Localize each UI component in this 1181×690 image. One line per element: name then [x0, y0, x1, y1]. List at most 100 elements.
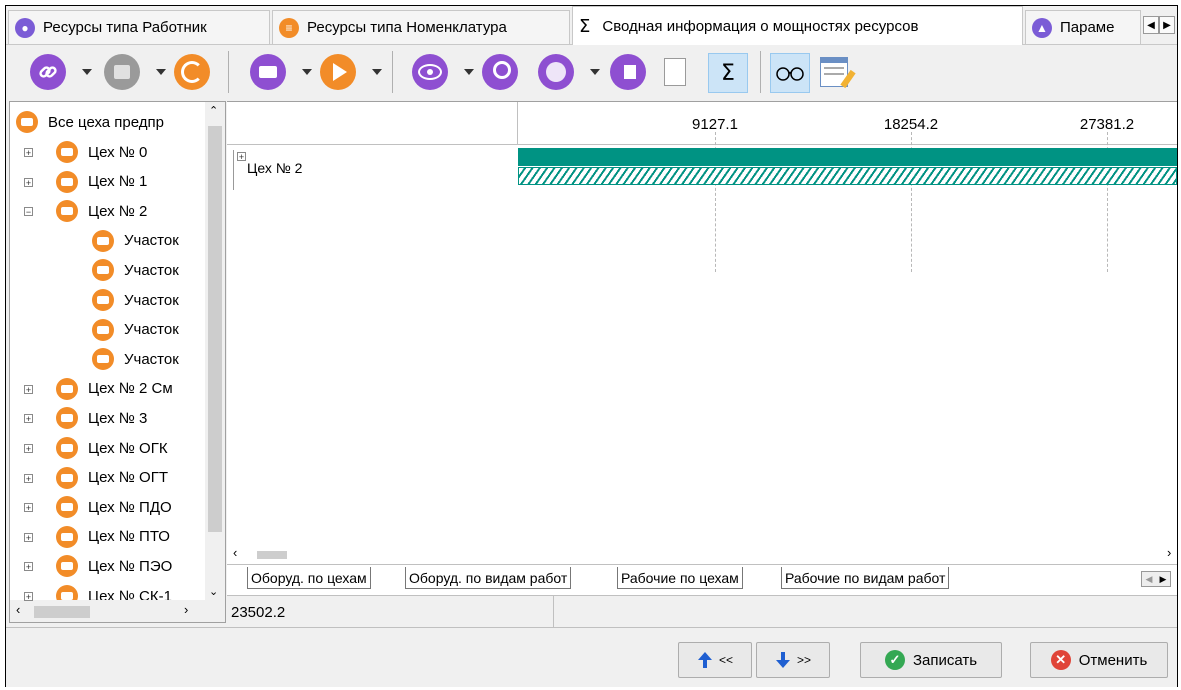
- eye-icon[interactable]: [412, 54, 448, 90]
- glasses-icon[interactable]: [770, 53, 810, 93]
- status-bar: 23502.2: [227, 595, 1177, 628]
- collapse-icon[interactable]: −: [24, 207, 33, 217]
- capacity-bar: [518, 148, 1177, 166]
- expand-icon[interactable]: +: [24, 532, 33, 542]
- link-dropdown-icon[interactable]: [82, 69, 92, 75]
- workshop-icon: [56, 141, 78, 163]
- tree-item[interactable]: Цех № 0: [56, 138, 147, 166]
- zoom-icon[interactable]: [482, 54, 518, 90]
- tab-workers-by-work-type[interactable]: Рабочие по видам работ: [781, 567, 950, 589]
- load-bar: [518, 167, 1177, 185]
- print-dropdown-icon[interactable]: [302, 69, 312, 75]
- scroll-up-icon[interactable]: ⌃: [209, 104, 218, 117]
- tab-parameters[interactable]: ▲ Параме: [1025, 10, 1141, 44]
- workshop-icon: [56, 170, 78, 193]
- tree-horizontal-scrollbar[interactable]: ‹ ›: [10, 600, 206, 622]
- tree-item[interactable]: Цех № 2 См: [56, 375, 173, 403]
- tab-worker-resources[interactable]: ● Ресурсы типа Работник: [8, 10, 270, 44]
- expand-icon[interactable]: +: [24, 384, 33, 394]
- tree-item[interactable]: Цех № ПТО: [56, 523, 170, 551]
- expand-icon[interactable]: +: [24, 177, 33, 187]
- globe-dropdown-icon[interactable]: [590, 69, 600, 75]
- save-button[interactable]: ✓ Записать: [860, 642, 1002, 678]
- tab-scroll-right-button[interactable]: ▶: [1159, 16, 1175, 34]
- toolbar-separator: [228, 51, 229, 93]
- tree-item[interactable]: Цех № 2: [56, 197, 147, 225]
- previous-button[interactable]: <<: [678, 642, 752, 678]
- expand-icon[interactable]: +: [24, 562, 33, 572]
- workshop-icon: [92, 259, 114, 282]
- expand-icon[interactable]: +: [24, 503, 33, 513]
- tab-workers-by-workshop[interactable]: Рабочие по цехам: [617, 567, 743, 589]
- header-left-cell: [227, 102, 518, 144]
- tree-subitem[interactable]: Участок: [92, 256, 179, 284]
- blank-page-icon[interactable]: [664, 58, 686, 86]
- arrow-right-icon[interactable]: ▶: [1160, 574, 1167, 585]
- refresh-icon[interactable]: [174, 54, 210, 90]
- tree-item-label: Участок: [124, 261, 179, 279]
- tab-scroll-buttons[interactable]: ◀ ▶: [1141, 571, 1171, 587]
- expand-icon[interactable]: +: [24, 148, 33, 158]
- tree-subitem[interactable]: Участок: [92, 345, 179, 373]
- tree-subitem[interactable]: Участок: [92, 316, 179, 344]
- tree-subitem[interactable]: Участок: [92, 286, 179, 314]
- scroll-down-icon[interactable]: ⌄: [209, 585, 218, 598]
- cancel-button[interactable]: ✕ Отменить: [1030, 642, 1168, 678]
- status-value: 23502.2: [231, 604, 286, 621]
- scroll-right-icon[interactable]: ›: [184, 602, 188, 617]
- toolbar-separator: [392, 51, 393, 93]
- workshop-icon: [56, 496, 78, 519]
- tab-equipment-by-work-type[interactable]: Оборуд. по видам работ: [405, 567, 572, 589]
- tree-item-label: Цех № 2: [88, 202, 148, 220]
- save-label: Записать: [912, 651, 978, 669]
- tree-root[interactable]: Все цеха предпр: [16, 108, 164, 136]
- expand-icon[interactable]: +: [24, 473, 33, 483]
- flag-icon[interactable]: [610, 54, 646, 90]
- next-button[interactable]: >>: [756, 642, 830, 678]
- tree-item[interactable]: Цех № ПЭО: [56, 552, 172, 580]
- tree-subitem[interactable]: Участок: [92, 227, 179, 255]
- tree-item[interactable]: Цех № ОГК: [56, 434, 168, 462]
- scroll-left-icon[interactable]: ‹: [233, 545, 237, 560]
- tree-item[interactable]: Цех № 1: [56, 168, 147, 196]
- edit-form-icon[interactable]: [820, 57, 856, 89]
- expand-icon[interactable]: +: [237, 152, 246, 162]
- scroll-right-icon[interactable]: ›: [1167, 545, 1171, 560]
- scroll-thumb[interactable]: [208, 126, 222, 532]
- tab-equipment-by-workshop[interactable]: Оборуд. по цехам: [247, 567, 371, 589]
- workshop-icon: [56, 555, 78, 578]
- tree-item-label: Участок: [124, 232, 179, 250]
- document-gray-icon[interactable]: [104, 54, 140, 90]
- play-icon[interactable]: [320, 54, 356, 90]
- toolbar: Σ: [6, 45, 1177, 101]
- tree-item[interactable]: Цех № ПДО: [56, 493, 172, 521]
- workshop-icon: [92, 318, 114, 341]
- tree-item-label: Цех № ОГТ: [88, 469, 168, 487]
- tab-nomenclature-resources[interactable]: ≡ Ресурсы типа Номенклатура: [272, 10, 570, 44]
- tab-label: Параме: [1060, 19, 1115, 36]
- link-icon[interactable]: [30, 54, 66, 90]
- view-dropdown-icon[interactable]: [464, 69, 474, 75]
- arrow-left-icon[interactable]: ◀: [1146, 574, 1153, 585]
- expand-icon[interactable]: +: [24, 444, 33, 454]
- workshop-tree[interactable]: Все цеха предпр Цех № 0 Цех № 1 Цех № 2 Уча…: [9, 101, 226, 623]
- scroll-thumb[interactable]: [257, 551, 287, 559]
- tree-item-label: Все цеха предпр: [48, 113, 164, 131]
- expand-icon[interactable]: +: [24, 592, 33, 602]
- document-dropdown-icon[interactable]: [156, 69, 166, 75]
- tree-item[interactable]: Цех № 3: [56, 404, 147, 432]
- scroll-left-icon[interactable]: ‹: [16, 602, 20, 617]
- tab-capacity-summary[interactable]: Σ Сводная информация о мощностях ресурсо…: [572, 6, 1023, 45]
- print-icon[interactable]: [250, 54, 286, 90]
- play-dropdown-icon[interactable]: [372, 69, 382, 75]
- sum-icon[interactable]: Σ: [708, 53, 748, 93]
- globe-icon[interactable]: [538, 54, 574, 90]
- tree-item[interactable]: Цех № ОГТ: [56, 464, 168, 492]
- tab-scroll-left-button[interactable]: ◀: [1143, 16, 1159, 34]
- toolbar-separator: [760, 51, 761, 93]
- view-tabs: Оборуд. по цехам Оборуд. по видам работ …: [227, 564, 1177, 595]
- expand-icon[interactable]: +: [24, 414, 33, 424]
- capacity-chart: 9127.1 18254.2 27381.2 + Цех № 2 ‹ › Обо…: [227, 101, 1177, 596]
- tree-vertical-scrollbar[interactable]: ⌃ ⌄: [205, 102, 225, 622]
- scroll-thumb[interactable]: [34, 606, 90, 618]
